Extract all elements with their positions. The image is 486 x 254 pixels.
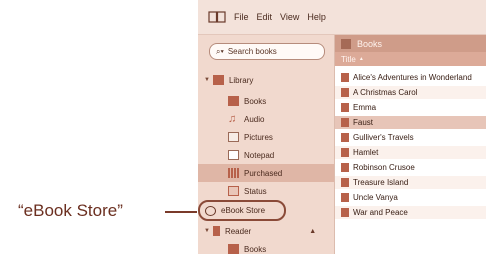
content-header-title: Books [357, 38, 383, 49]
search-icon: ⌕▾ [216, 46, 224, 56]
app-window: File Edit View Help ⌕▾ Search books ▼ Li… [198, 0, 486, 254]
table-row[interactable]: Emma [335, 101, 486, 114]
purchased-icon [228, 168, 239, 178]
sidebar-item-label: Notepad [244, 150, 275, 160]
table-row[interactable]: Robinson Crusoe [335, 161, 486, 174]
book-title: Hamlet [353, 148, 379, 157]
book-title: War and Peace [353, 208, 408, 217]
sidebar-item-label: Books [244, 96, 267, 106]
table-row[interactable]: Hamlet [335, 146, 486, 159]
book-icon [341, 73, 349, 82]
book-icon [228, 96, 239, 106]
sidebar-item-reader-books[interactable]: Books [198, 240, 334, 254]
sort-ascending-icon: ▲ [358, 56, 364, 62]
disclosure-triangle-icon: ▼ [204, 228, 210, 234]
disclosure-triangle-icon: ▼ [204, 77, 210, 83]
book-title: Gulliver's Travels [353, 133, 414, 142]
sidebar-library-label: Library [228, 75, 254, 85]
table-row[interactable]: Alice's Adventures in Wonderland [335, 71, 486, 84]
sidebar-item-label: Books [244, 244, 267, 254]
title-column-header[interactable]: Title ▲ [335, 52, 486, 66]
book-icon [341, 148, 349, 157]
search-placeholder: Search books [227, 47, 277, 56]
book-icon [341, 133, 349, 142]
library-icon [212, 75, 224, 85]
menu-file[interactable]: File [234, 12, 249, 22]
sidebar-item-status[interactable]: Status [198, 182, 334, 200]
book-icon [228, 244, 239, 254]
picture-icon [228, 132, 239, 142]
book-icon [341, 193, 349, 202]
sidebar-library[interactable]: ▼ Library [198, 71, 334, 89]
notepad-icon [228, 150, 239, 160]
sidebar: ⌕▾ Search books ▼ Library Books ♫ Audio … [198, 35, 335, 254]
reader-device-icon [212, 226, 220, 236]
menu-view[interactable]: View [280, 12, 299, 22]
book-icon [341, 208, 349, 217]
search-books-field[interactable]: ⌕▾ Search books [209, 43, 325, 60]
table-row[interactable]: Faust [335, 116, 486, 129]
book-title: Faust [353, 118, 374, 127]
table-row[interactable]: A Christmas Carol [335, 86, 486, 99]
sidebar-item-audio[interactable]: ♫ Audio [198, 110, 334, 128]
sidebar-reader[interactable]: ▼ Reader ▲ [198, 222, 334, 240]
music-note-icon: ♫ [228, 113, 237, 125]
book-icon [341, 88, 349, 97]
sidebar-item-notepad[interactable]: Notepad [198, 146, 334, 164]
table-row[interactable]: Gulliver's Travels [335, 131, 486, 144]
table-row[interactable]: Treasure Island [335, 176, 486, 189]
eject-icon[interactable]: ▲ [309, 228, 316, 235]
open-book-icon [208, 11, 226, 23]
book-icon [341, 118, 349, 127]
status-icon [228, 186, 239, 196]
menu-bar: File Edit View Help [198, 0, 486, 35]
book-icon [341, 103, 349, 112]
sidebar-item-label: Purchased [244, 168, 283, 178]
sidebar-item-label: Status [244, 186, 267, 196]
menu-edit[interactable]: Edit [257, 12, 273, 22]
sidebar-item-label: eBook Store [221, 206, 266, 215]
book-title: Robinson Crusoe [353, 163, 415, 172]
book-list-panel: Books Title ▲ Alice's Adventures in Wond… [335, 35, 486, 254]
book-title: Uncle Vanya [353, 193, 398, 202]
sidebar-item-purchased[interactable]: Purchased [198, 164, 334, 182]
menu-help[interactable]: Help [307, 12, 326, 22]
table-row[interactable]: Uncle Vanya [335, 191, 486, 204]
callout-pointer-line [165, 211, 197, 213]
book-title: Treasure Island [353, 178, 409, 187]
book-icon [341, 178, 349, 187]
table-row[interactable]: War and Peace [335, 206, 486, 219]
sidebar-item-ebook-store[interactable]: eBook Store [198, 200, 286, 221]
ebook-store-callout-label: “eBook Store” [18, 201, 123, 220]
sidebar-reader-label: Reader [224, 226, 252, 236]
book-title: A Christmas Carol [353, 88, 418, 97]
sidebar-item-label: Pictures [244, 132, 273, 142]
content-header: Books [335, 35, 486, 52]
book-title: Alice's Adventures in Wonderland [353, 73, 472, 82]
column-title-label: Title [341, 54, 356, 64]
globe-icon [205, 205, 216, 216]
sidebar-item-pictures[interactable]: Pictures [198, 128, 334, 146]
sidebar-item-label: Audio [244, 114, 265, 124]
sidebar-item-books[interactable]: Books [198, 92, 334, 110]
book-icon [341, 38, 351, 49]
book-icon [341, 163, 349, 172]
book-title: Emma [353, 103, 377, 112]
